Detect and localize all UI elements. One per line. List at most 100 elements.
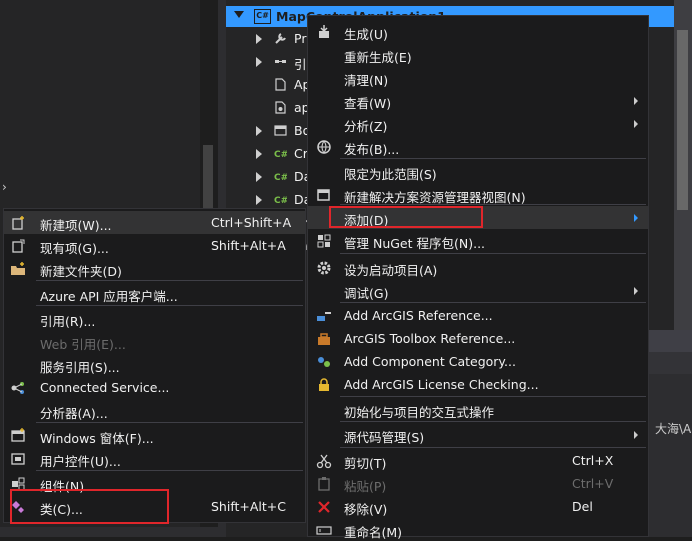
new-item-icon bbox=[10, 215, 26, 231]
context-menu-item[interactable]: 设为启动项目(A) bbox=[308, 256, 648, 279]
bottom-left-toolbar bbox=[0, 527, 218, 537]
new-folder-icon bbox=[10, 261, 26, 277]
add-submenu-item[interactable]: 分析器(A)... bbox=[4, 399, 305, 422]
add-submenu-item[interactable]: Windows 窗体(F)... bbox=[4, 424, 305, 447]
build-icon bbox=[316, 24, 332, 40]
context-menu-item[interactable]: Add ArcGIS Reference... bbox=[308, 304, 648, 327]
context-menu-item[interactable]: 清理(N) bbox=[308, 66, 648, 89]
menu-item-label: 用户控件(U)... bbox=[40, 454, 121, 469]
menu-item-shortcut: Shift+Alt+A bbox=[211, 238, 286, 253]
menu-item-label: 限定为此范围(S) bbox=[344, 167, 437, 182]
menu-separator bbox=[340, 447, 646, 448]
context-menu-item[interactable]: 管理 NuGet 程序包(N)... bbox=[308, 229, 648, 252]
expand-arrow-icon[interactable] bbox=[256, 172, 262, 182]
menu-item-label: 设为启动项目(A) bbox=[344, 263, 438, 278]
context-menu-item: 粘贴(P) Ctrl+V bbox=[308, 472, 648, 495]
right-lower-panel-header bbox=[648, 330, 692, 352]
menu-item-shortcut: Shift+Alt+C bbox=[211, 499, 287, 514]
menu-item-label: 重新生成(E) bbox=[344, 50, 412, 65]
menu-item-label: 引用(R)... bbox=[40, 314, 96, 329]
solution-explorer-scrollbar-thumb[interactable] bbox=[677, 30, 688, 210]
submenu-arrow-icon bbox=[634, 431, 638, 439]
references-icon bbox=[274, 55, 287, 68]
menu-item-label: 新建解决方案资源管理器视图(N) bbox=[344, 190, 526, 205]
add-submenu-item[interactable]: 新建文件夹(D) bbox=[4, 257, 305, 280]
add-submenu-item[interactable]: Azure API 应用客户端... bbox=[4, 282, 305, 305]
menu-item-label: Add Component Category... bbox=[344, 354, 516, 369]
expand-arrow-icon[interactable] bbox=[234, 11, 244, 18]
menu-item-label: Web 引用(E)... bbox=[40, 337, 126, 352]
tree-item-label: 引 bbox=[294, 57, 307, 72]
menu-item-label: 分析(Z) bbox=[344, 119, 388, 134]
context-menu-item[interactable]: 新建解决方案资源管理器视图(N) bbox=[308, 183, 648, 206]
menu-item-shortcut: Ctrl+V bbox=[572, 476, 614, 491]
svg-text:C#: C# bbox=[274, 150, 287, 160]
submenu-arrow-icon bbox=[634, 120, 638, 128]
menu-item-label: Add ArcGIS Reference... bbox=[344, 308, 493, 323]
expand-arrow-icon[interactable] bbox=[256, 34, 262, 44]
menu-item-label: 清理(N) bbox=[344, 73, 389, 88]
context-menu-item[interactable]: 重命名(M) bbox=[308, 518, 648, 541]
existing-item-icon bbox=[10, 238, 26, 254]
add-submenu-item[interactable]: 新建项(W)... Ctrl+Shift+A bbox=[4, 211, 305, 234]
context-menu-item[interactable]: ArcGIS Toolbox Reference... bbox=[308, 327, 648, 350]
paste-icon bbox=[316, 476, 332, 492]
add-submenu: 新建项(W)... Ctrl+Shift+A 现有项(G)... Shift+Alt+… bbox=[3, 208, 306, 523]
context-menu-item[interactable]: 发布(B)... bbox=[308, 135, 648, 158]
license-lock-icon bbox=[316, 377, 332, 393]
csharp-icon: C# bbox=[274, 147, 288, 160]
context-menu-item[interactable]: 生成(U) bbox=[308, 20, 648, 43]
chevron-right-icon[interactable]: › bbox=[2, 180, 7, 194]
globe-icon bbox=[316, 139, 332, 155]
add-submenu-item[interactable]: 现有项(G)... Shift+Alt+A bbox=[4, 234, 305, 257]
context-menu-item[interactable]: 剪切(T) Ctrl+X bbox=[308, 449, 648, 472]
config-file-icon bbox=[274, 101, 287, 114]
context-menu-item[interactable]: 重新生成(E) bbox=[308, 43, 648, 66]
svg-text:C#: C# bbox=[274, 173, 287, 183]
svg-text:C#: C# bbox=[274, 196, 287, 206]
csharp-icon: C# bbox=[274, 193, 288, 206]
menu-item-label: 新建文件夹(D) bbox=[40, 264, 122, 279]
menu-item-label: 调试(G) bbox=[344, 286, 389, 301]
menu-item-label: ArcGIS Toolbox Reference... bbox=[344, 331, 516, 346]
context-menu-item[interactable]: 源代码管理(S) bbox=[308, 423, 648, 446]
submenu-arrow-icon bbox=[634, 287, 638, 295]
menu-item-label: Connected Service... bbox=[40, 380, 170, 395]
user-control-icon bbox=[10, 451, 26, 467]
context-menu-item[interactable]: 初始化与项目的交互式操作 bbox=[308, 398, 648, 421]
tree-item-label: Pr bbox=[294, 31, 307, 46]
context-menu-item[interactable]: Add Component Category... bbox=[308, 350, 648, 373]
menu-item-shortcut: Ctrl+X bbox=[572, 453, 614, 468]
menu-item-shortcut: Del bbox=[572, 499, 593, 514]
form-icon bbox=[274, 124, 287, 137]
context-menu-item[interactable]: 移除(V) Del bbox=[308, 495, 648, 518]
menu-item-label: 重命名(M) bbox=[344, 525, 403, 540]
menu-item-label: 粘贴(P) bbox=[344, 479, 387, 494]
context-menu-item[interactable]: Add ArcGIS License Checking... bbox=[308, 373, 648, 396]
wrench-icon bbox=[274, 32, 287, 45]
submenu-arrow-icon bbox=[634, 97, 638, 105]
add-submenu-item[interactable]: 引用(R)... bbox=[4, 307, 305, 330]
context-menu-item[interactable]: 分析(Z) bbox=[308, 112, 648, 135]
add-submenu-item[interactable]: 服务引用(S)... bbox=[4, 353, 305, 376]
scissors-icon bbox=[316, 453, 332, 469]
nuget-icon bbox=[316, 233, 332, 249]
add-submenu-item[interactable]: Connected Service... bbox=[4, 376, 305, 399]
rename-icon bbox=[316, 522, 332, 538]
menu-item-label: Windows 窗体(F)... bbox=[40, 431, 154, 446]
expand-arrow-icon[interactable] bbox=[256, 57, 262, 67]
context-menu-item[interactable]: 调试(G) bbox=[308, 279, 648, 302]
arcgis-reference-icon bbox=[316, 308, 332, 324]
menu-separator bbox=[36, 305, 303, 306]
csharp-icon: C# bbox=[274, 170, 288, 183]
expand-arrow-icon[interactable] bbox=[256, 195, 262, 205]
gear-icon bbox=[316, 260, 332, 276]
menu-item-label: 现有项(G)... bbox=[40, 241, 109, 256]
context-menu-item[interactable]: 限定为此范围(S) bbox=[308, 160, 648, 183]
context-menu-item[interactable]: 查看(W) bbox=[308, 89, 648, 112]
expand-arrow-icon[interactable] bbox=[256, 149, 262, 159]
menu-separator bbox=[36, 422, 303, 423]
expand-arrow-icon[interactable] bbox=[256, 126, 262, 136]
remove-x-icon bbox=[316, 499, 332, 515]
add-submenu-item[interactable]: 用户控件(U)... bbox=[4, 447, 305, 470]
